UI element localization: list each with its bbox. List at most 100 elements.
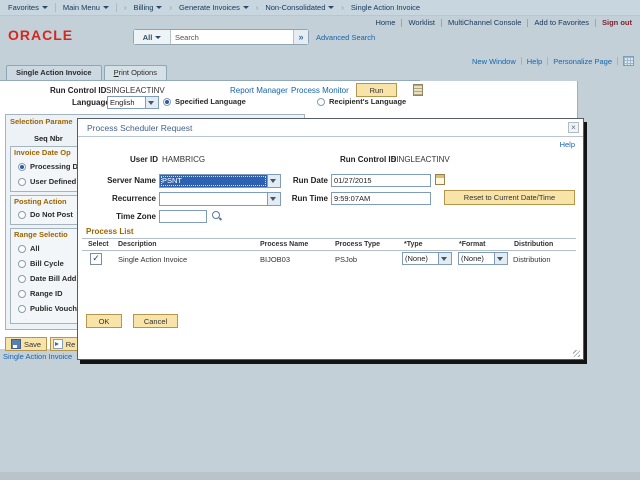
column-format: *Format (459, 241, 486, 248)
chevron-down-icon (102, 6, 109, 12)
calendar-icon[interactable] (435, 174, 445, 185)
run-button[interactable]: Run (356, 83, 397, 97)
specified-language-radio[interactable] (163, 97, 171, 106)
return-to-search-button[interactable]: Re (50, 337, 78, 351)
run-control-id-value: SINGLEACTINV (106, 86, 165, 95)
advanced-search-link[interactable]: Advanced Search (316, 33, 375, 42)
time-zone-input[interactable] (159, 210, 207, 223)
personalize-layout-icon[interactable] (623, 56, 634, 66)
ok-button[interactable]: OK (86, 314, 122, 328)
chevron-down-icon (41, 6, 48, 12)
range-selection-title: Range Selectio (14, 230, 68, 239)
breadcrumb-item-non-consolidated[interactable]: Non-Consolidated (265, 3, 335, 12)
multichannel-console-link[interactable]: MultiChannel Console (448, 18, 521, 27)
language-value: English (110, 98, 135, 107)
save-button[interactable]: Save (5, 337, 47, 351)
recurrence-value (160, 193, 267, 205)
server-name-value: PSNT (160, 175, 267, 187)
bill-cycle-radio[interactable] (18, 259, 26, 268)
range-all-radio[interactable] (18, 244, 26, 253)
bill-cycle-label: Bill Cycle (30, 259, 64, 268)
related-page-link[interactable]: Single Action Invoice (3, 352, 72, 361)
divider (401, 18, 403, 27)
seq-nbr-label: Seq Nbr (34, 134, 63, 143)
specified-language-label: Specified Language (175, 97, 246, 106)
breadcrumb-item-favorites[interactable]: Favorites (8, 3, 48, 12)
distribution-link[interactable]: Distribution (513, 255, 551, 264)
chevron-down-icon (242, 6, 249, 12)
chevron-down-icon (155, 35, 162, 42)
close-icon[interactable]: × (568, 122, 579, 133)
processing-date-label: Processing D (30, 162, 78, 171)
user-defined-label: User Defined (30, 177, 77, 186)
save-icon (10, 339, 21, 349)
report-manager-link[interactable]: Report Manager (230, 86, 288, 95)
column-process-name: Process Name (260, 241, 309, 248)
breadcrumb-item-main-menu[interactable]: Main Menu (63, 3, 109, 12)
column-type: *Type (404, 241, 423, 248)
cancel-button[interactable]: Cancel (133, 314, 178, 328)
run-time-label: Run Time (291, 194, 328, 203)
divider (54, 3, 56, 12)
resize-handle[interactable] (573, 350, 580, 357)
reset-date-time-button[interactable]: Reset to Current Date/Time (444, 190, 575, 205)
breadcrumb-label: Billing (133, 3, 154, 12)
breadcrumb-label: Main Menu (62, 3, 100, 12)
divider (617, 57, 618, 65)
search-scope-select[interactable]: All (134, 30, 171, 44)
breadcrumb-separator: › (169, 3, 172, 12)
process-monitor-link[interactable]: Process Monitor (291, 86, 349, 95)
select-checkbox[interactable]: ✓ (90, 253, 102, 265)
run-date-input[interactable]: 01/27/2015 (331, 174, 431, 187)
column-process-type: Process Type (335, 241, 381, 248)
divider (547, 57, 549, 65)
process-list-row: ✓ Single Action Invoice BIJOB03 PSJob (N… (82, 251, 576, 269)
date-bill-added-radio[interactable] (18, 274, 26, 283)
user-id-label: User ID (130, 155, 159, 164)
language-select[interactable]: English (107, 96, 159, 109)
invoice-date-options-title: Invoice Date Op (14, 148, 71, 157)
breadcrumb-item-generate-invoices[interactable]: Generate Invoices (179, 3, 249, 12)
dialog-help-link[interactable]: Help (560, 140, 575, 149)
range-id-label: Range ID (30, 289, 63, 298)
processing-date-radio[interactable] (18, 162, 26, 171)
search-bar: All Search » (133, 29, 309, 45)
search-go-button[interactable]: » (293, 30, 308, 44)
breadcrumb-item-billing[interactable]: Billing (133, 3, 163, 12)
search-input[interactable]: Search (171, 30, 293, 44)
run-time-input[interactable]: 9:59:07AM (331, 192, 431, 205)
home-link[interactable]: Home (375, 18, 395, 27)
breadcrumb-label: Single Action Invoice (350, 3, 421, 12)
user-id-value: HAMBRICG (162, 155, 206, 164)
breadcrumb-separator: › (341, 3, 344, 12)
process-list-header-row: Select Description Process Name Process … (82, 238, 576, 251)
run-control-id-label: Run Control ID (340, 155, 397, 164)
footer-strip (0, 472, 640, 480)
recipients-language-label: Recipient's Language (329, 97, 407, 106)
add-to-favorites-link[interactable]: Add to Favorites (534, 18, 589, 27)
recipients-language-radio[interactable] (317, 97, 325, 106)
selection-parameters-title: Selection Parame (10, 117, 73, 126)
help-link[interactable]: Help (527, 57, 542, 66)
run-control-id-value: SINGLEACTINV (391, 155, 450, 164)
sign-out-link[interactable]: Sign out (602, 18, 632, 27)
utility-links: New Window Help Personalize Page (472, 56, 634, 66)
header-links: Home Worklist MultiChannel Console Add t… (375, 18, 632, 27)
process-request-icon[interactable] (413, 84, 423, 96)
breadcrumb-label: Favorites (8, 3, 39, 12)
do-not-post-radio[interactable] (18, 210, 26, 219)
format-select[interactable]: (None) (458, 252, 508, 265)
divider (115, 3, 117, 12)
peoplesoft-window: Favorites Main Menu › Billing › Generate… (0, 0, 640, 480)
range-id-radio[interactable] (18, 289, 26, 298)
dialog-titlebar: Process Scheduler Request × (78, 119, 583, 137)
worklist-link[interactable]: Worklist (408, 18, 435, 27)
user-defined-radio[interactable] (18, 177, 26, 186)
new-window-link[interactable]: New Window (472, 57, 516, 66)
type-select[interactable]: (None) (402, 252, 452, 265)
lookup-icon[interactable] (212, 211, 222, 221)
recurrence-label: Recurrence (111, 194, 156, 203)
personalize-page-link[interactable]: Personalize Page (553, 57, 612, 66)
process-description-link[interactable]: Single Action Invoice (118, 255, 187, 264)
public-voucher-radio[interactable] (18, 304, 26, 313)
